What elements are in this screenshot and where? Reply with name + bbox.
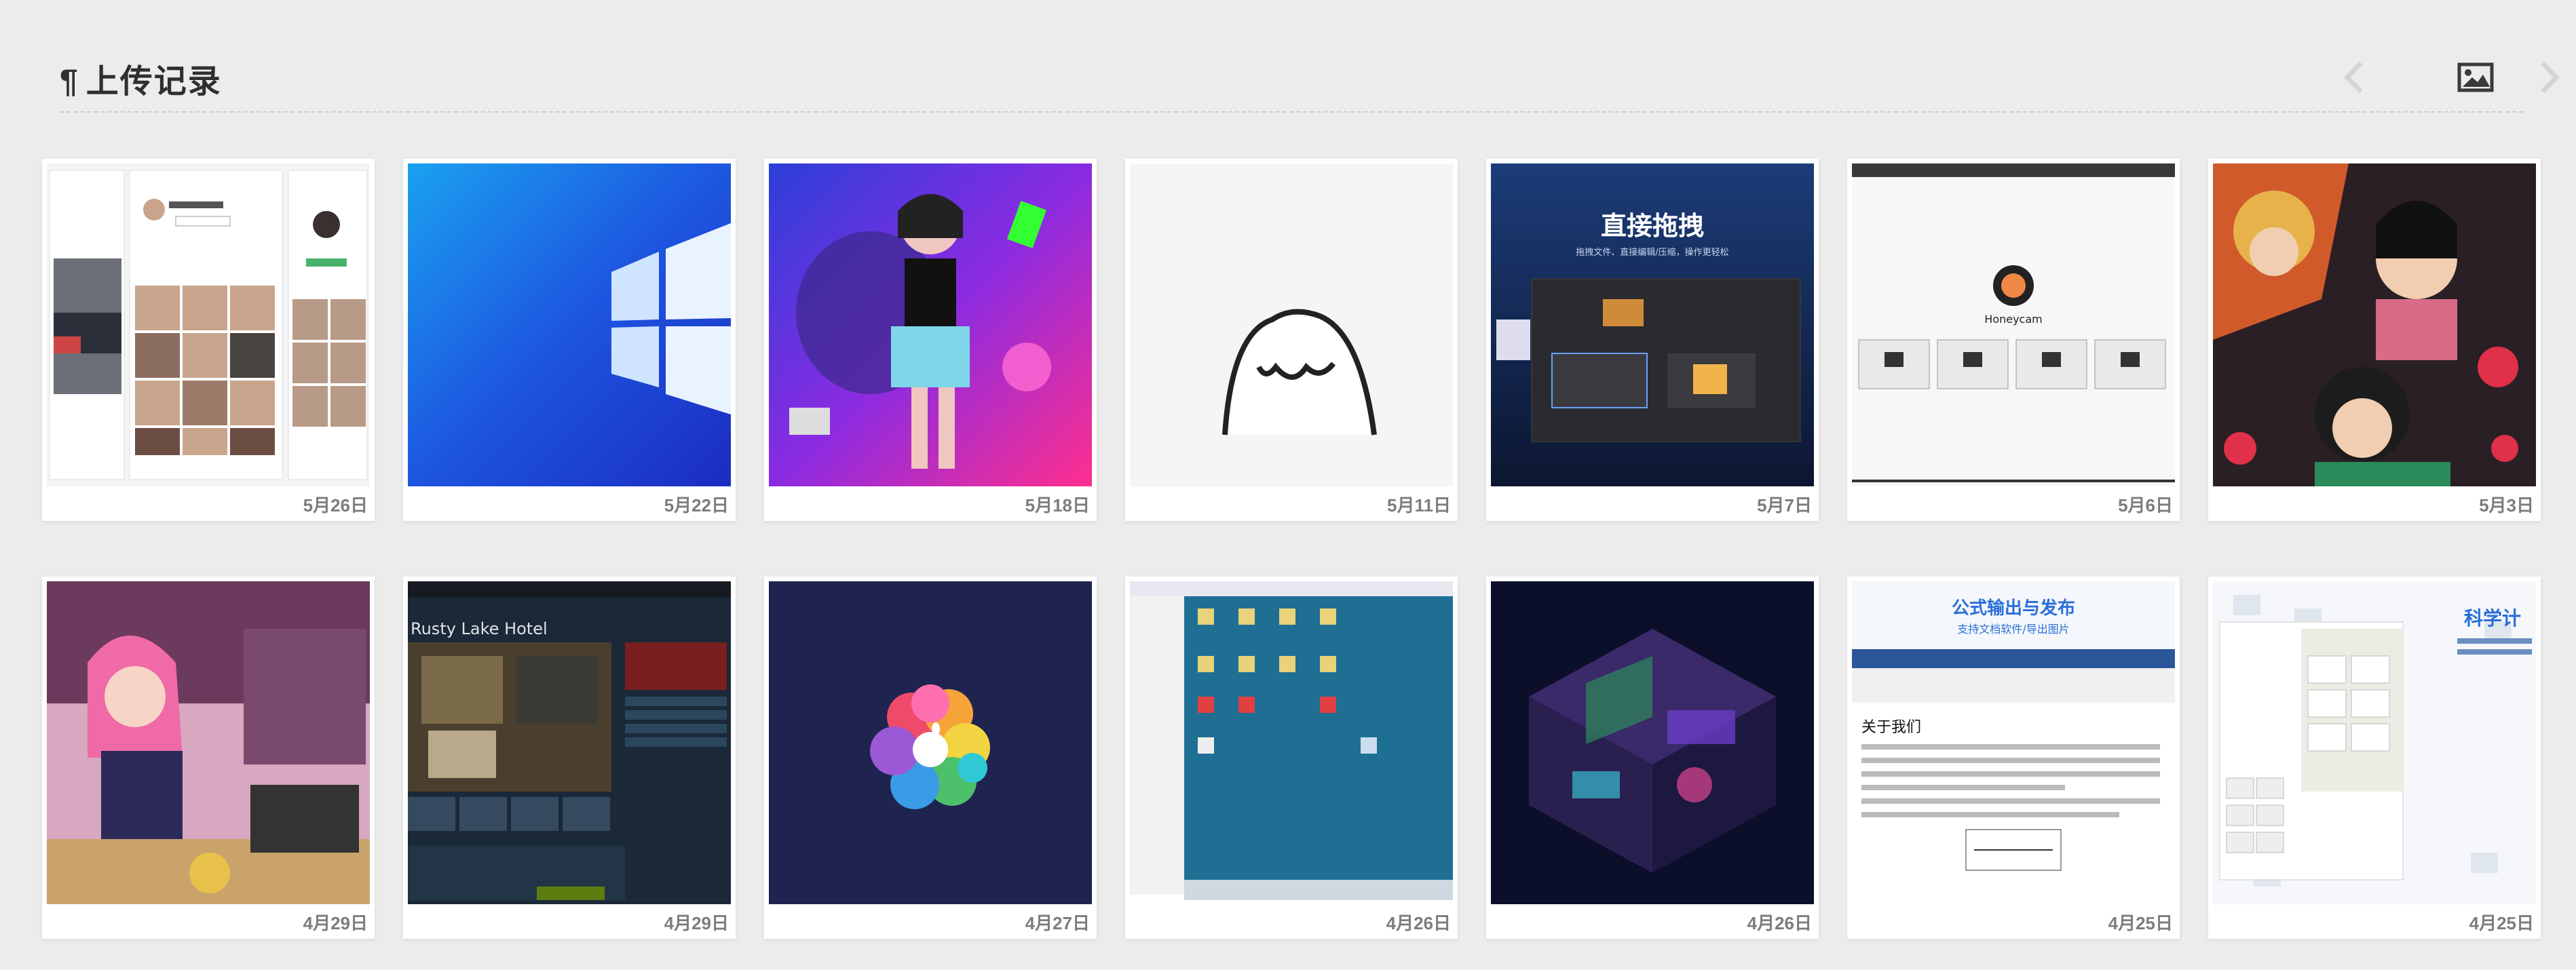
thumbnail-ghost-sketch <box>1130 163 1453 486</box>
image-view-button[interactable] <box>2455 58 2496 96</box>
record-card[interactable]: 5月22日 <box>403 159 736 521</box>
thumbnail-apple-flower <box>769 581 1092 904</box>
upload-date: 5月22日 <box>664 495 729 516</box>
thumbnail-neon-girl <box>769 163 1092 486</box>
drag-drop-title: 直接拖拽 <box>1601 211 1704 241</box>
formula-title: 公式输出与发布 <box>1952 598 2075 619</box>
record-card[interactable]: 4月26日 <box>1486 577 1819 939</box>
record-card[interactable]: Rusty Lake Hotel 4月29日 <box>403 577 736 939</box>
thumbnail-pink-hair-girl <box>47 581 370 904</box>
record-card[interactable]: Honeycam 5月6日 <box>1847 159 2180 521</box>
upload-date: 4月29日 <box>303 913 368 933</box>
page-title: ¶ 上传记录 <box>60 54 222 102</box>
sci-calc-title: 科学计 <box>2464 607 2521 629</box>
thumbnail-drag-drop-app: 直接拖拽 拖拽文件、直接编辑/压缩，操作更轻松 <box>1491 163 1814 486</box>
record-card[interactable]: 科学计 4月25日 <box>2208 577 2541 939</box>
upload-date: 5月6日 <box>2118 495 2173 516</box>
upload-date: 4月29日 <box>664 913 729 933</box>
page-title-text: 上传记录 <box>86 64 222 100</box>
upload-date: 5月18日 <box>1025 495 1090 516</box>
rusty-lake-title: Rusty Lake Hotel <box>411 619 548 638</box>
drag-drop-subtitle: 拖拽文件、直接编辑/压缩，操作更轻松 <box>1576 247 1728 258</box>
record-card[interactable]: 5月11日 <box>1125 159 1458 521</box>
thumbnail-scientific-calc: 科学计 <box>2213 581 2536 904</box>
formula-subtitle: 支持文档软件/导出图片 <box>1957 623 2069 636</box>
upload-date: 4月26日 <box>1386 913 1451 933</box>
upload-date: 5月11日 <box>1387 495 1451 516</box>
honeycam-name: Honeycam <box>1984 313 2042 326</box>
upload-date: 4月25日 <box>2108 913 2173 933</box>
upload-date: 5月7日 <box>1757 495 1812 516</box>
record-card[interactable]: 5月18日 <box>764 159 1097 521</box>
thumbnail-isometric-room <box>1491 581 1814 904</box>
upload-date: 4月25日 <box>2469 913 2534 933</box>
page-header: ¶ 上传记录 <box>60 49 2560 113</box>
record-card[interactable]: 5月3日 <box>2208 159 2541 521</box>
record-card[interactable]: 4月29日 <box>42 577 375 939</box>
previous-page-button[interactable] <box>2333 58 2374 96</box>
upload-date: 5月3日 <box>2479 495 2534 516</box>
record-card[interactable]: 公式输出与发布 支持文档软件/导出图片 关于我们 4月25日 <box>1847 577 2180 939</box>
chevron-right-icon <box>2541 61 2560 94</box>
thumbnail-social-app <box>47 163 370 486</box>
about-us-heading: 关于我们 <box>1861 719 1921 736</box>
record-card[interactable]: 4月26日 <box>1125 577 1458 939</box>
thumbnail-formula-doc: 公式输出与发布 支持文档软件/导出图片 关于我们 <box>1852 581 2175 904</box>
image-icon <box>2457 62 2494 92</box>
upload-date: 4月27日 <box>1025 913 1090 933</box>
thumbnail-desktop <box>1130 581 1453 904</box>
upload-date: 4月26日 <box>1747 913 1812 933</box>
upload-date: 5月26日 <box>303 495 368 516</box>
chevron-left-icon <box>2344 61 2363 94</box>
next-page-button[interactable] <box>2530 58 2571 96</box>
thumbnail-rusty-lake-store: Rusty Lake Hotel <box>408 581 731 904</box>
record-card[interactable]: 5月26日 <box>42 159 375 521</box>
pilcrow-icon: ¶ <box>60 64 79 100</box>
thumbnail-honeycam: Honeycam <box>1852 163 2175 486</box>
thumbnail-windows-logo <box>408 163 731 486</box>
record-card[interactable]: 直接拖拽 拖拽文件、直接编辑/压缩，操作更轻松 5月7日 <box>1486 159 1819 521</box>
record-card[interactable]: 4月27日 <box>764 577 1097 939</box>
thumbnail-anime-characters <box>2213 163 2536 486</box>
